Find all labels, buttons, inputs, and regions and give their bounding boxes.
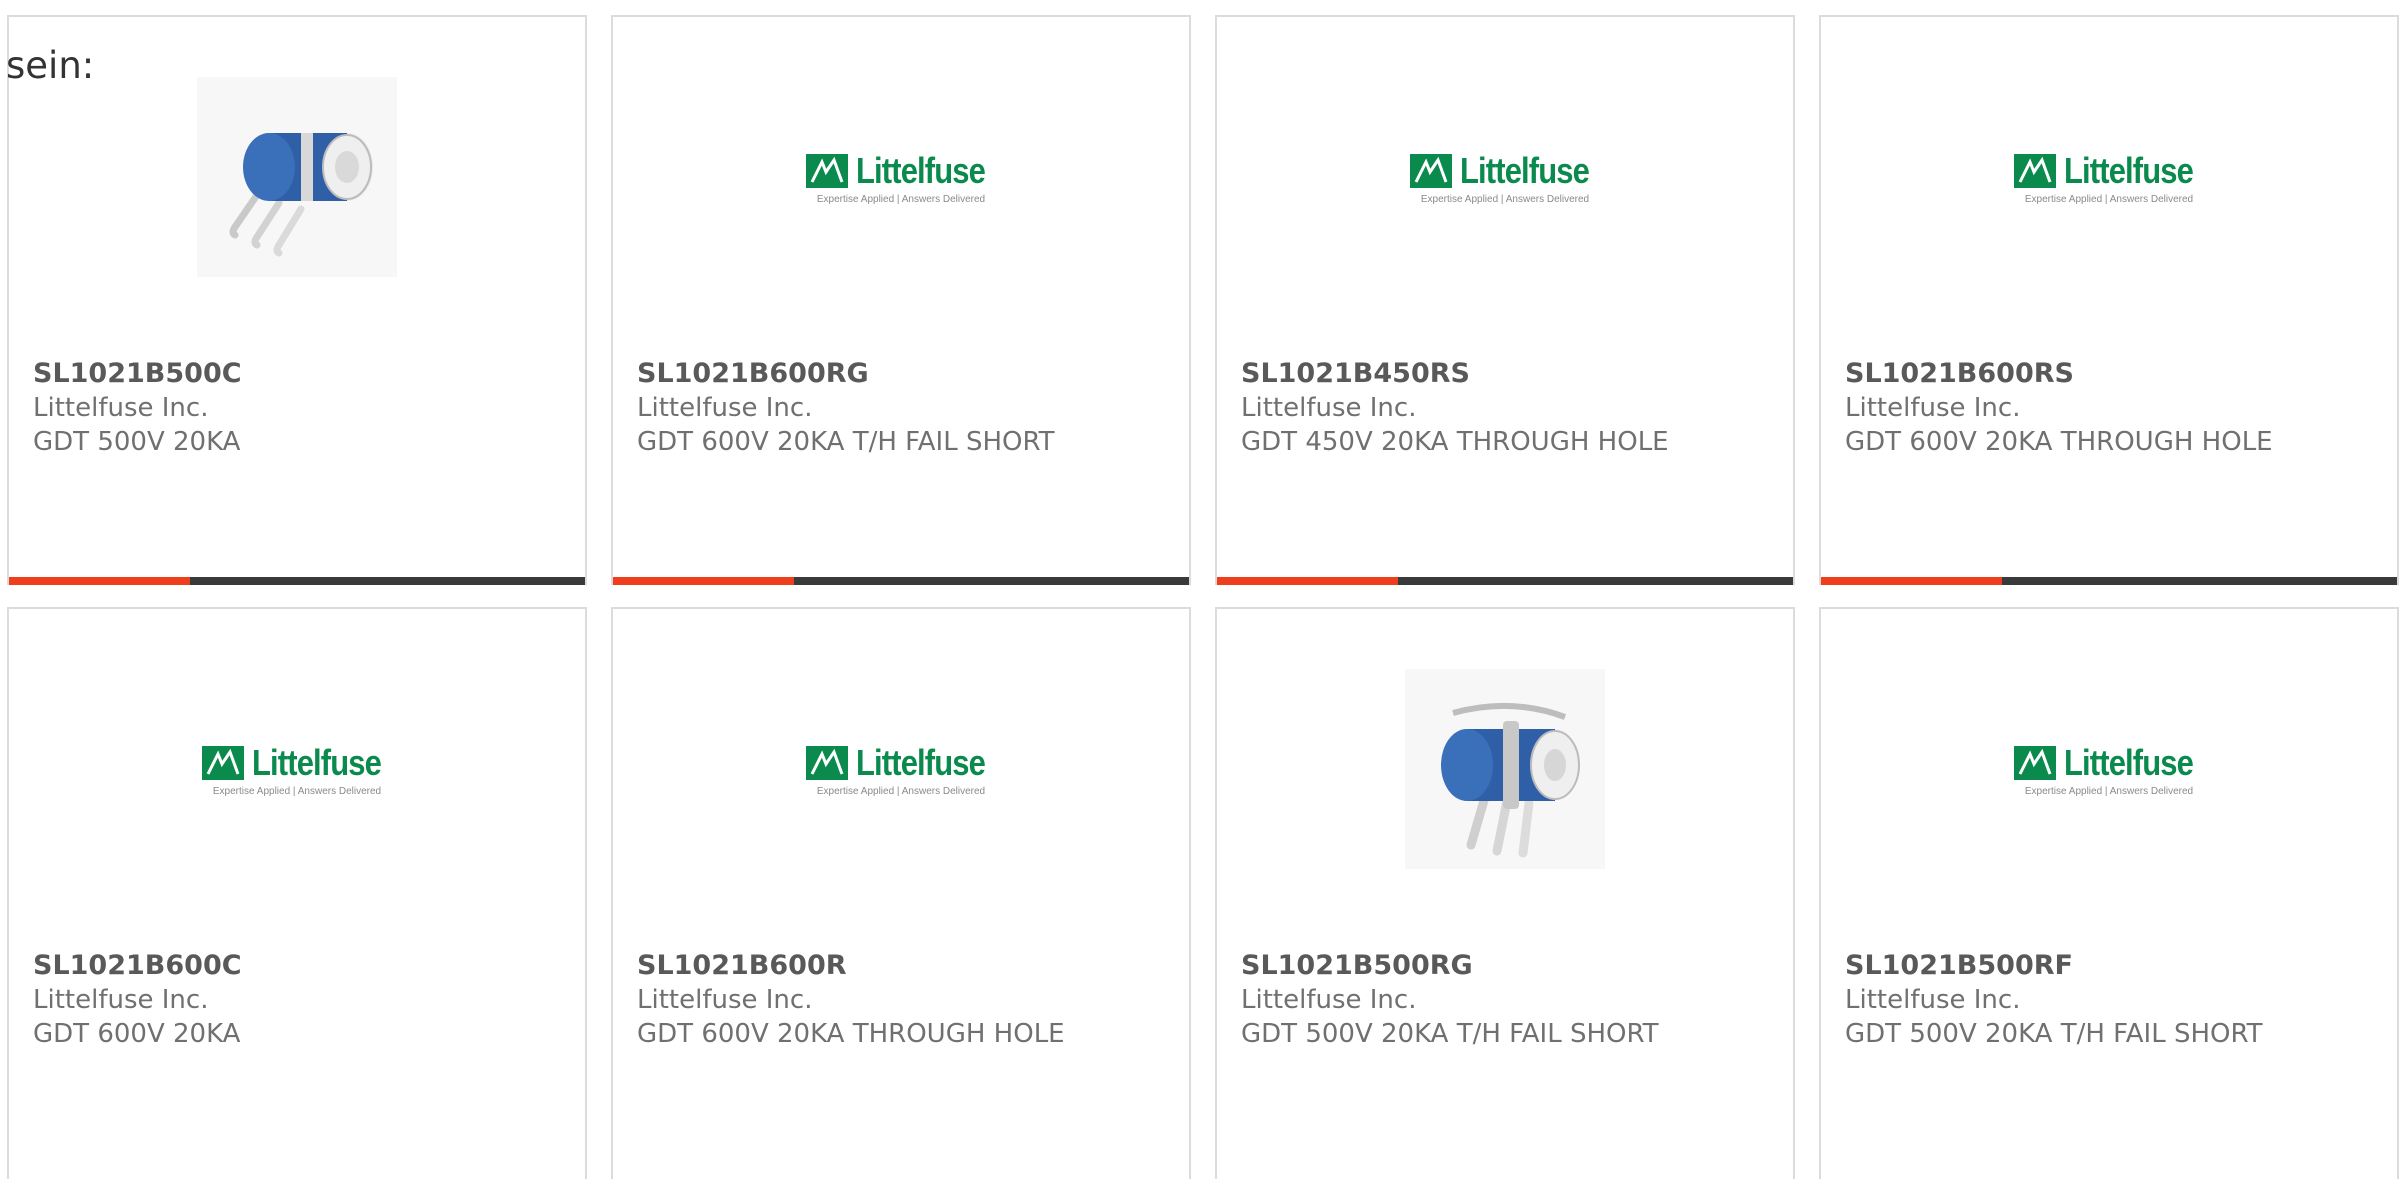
product-image[interactable]: Littelfuse Expertise Applied | Answers D… bbox=[1821, 77, 2397, 277]
product-image[interactable]: Littelfuse Expertise Applied | Answers D… bbox=[1217, 77, 1793, 277]
product-card[interactable]: SL1021B500C Littelfuse Inc. GDT 500V 20K… bbox=[7, 15, 587, 585]
part-number[interactable]: SL1021B500C bbox=[33, 357, 573, 391]
littelfuse-logo: Littelfuse Expertise Applied | Answers D… bbox=[806, 150, 996, 205]
card-progress-fill bbox=[613, 577, 795, 585]
product-card[interactable]: Littelfuse Expertise Applied | Answers D… bbox=[1819, 607, 2399, 1179]
part-number[interactable]: SL1021B500RG bbox=[1241, 949, 1781, 983]
manufacturer: Littelfuse Inc. bbox=[33, 393, 209, 423]
logo-tagline: Expertise Applied | Answers Delivered bbox=[2024, 785, 2194, 797]
product-description: GDT 600V 20KA THROUGH HOLE bbox=[1845, 427, 2273, 457]
manufacturer: Littelfuse Inc. bbox=[33, 985, 209, 1015]
manufacturer: Littelfuse Inc. bbox=[1845, 985, 2021, 1015]
littelfuse-mark-icon bbox=[2014, 745, 2056, 780]
manufacturer: Littelfuse Inc. bbox=[637, 393, 813, 423]
logo-tagline: Expertise Applied | Answers Delivered bbox=[816, 785, 986, 797]
logo-wordmark: Littelfuse bbox=[856, 149, 986, 191]
card-progress-bar bbox=[1217, 577, 1793, 585]
card-progress-bar bbox=[613, 577, 1189, 585]
product-card[interactable]: Littelfuse Expertise Applied | Answers D… bbox=[611, 15, 1191, 585]
littelfuse-logo: Littelfuse Expertise Applied | Answers D… bbox=[806, 742, 996, 797]
product-description: GDT 600V 20KA THROUGH HOLE bbox=[637, 1019, 1065, 1049]
product-description: GDT 500V 20KA T/H FAIL SHORT bbox=[1845, 1019, 2263, 1049]
logo-wordmark: Littelfuse bbox=[252, 741, 382, 783]
product-card[interactable]: SL1021B500RG Littelfuse Inc. GDT 500V 20… bbox=[1215, 607, 1795, 1179]
logo-wordmark: Littelfuse bbox=[2064, 741, 2194, 783]
product-image[interactable] bbox=[9, 77, 585, 277]
part-number[interactable]: SL1021B600R bbox=[637, 949, 1177, 983]
logo-wordmark: Littelfuse bbox=[856, 741, 986, 783]
product-image[interactable]: Littelfuse Expertise Applied | Answers D… bbox=[1821, 669, 2397, 869]
gdt-component-photo-icon bbox=[197, 77, 397, 277]
product-card[interactable]: Littelfuse Expertise Applied | Answers D… bbox=[7, 607, 587, 1179]
card-progress-fill bbox=[1217, 577, 1399, 585]
logo-tagline: Expertise Applied | Answers Delivered bbox=[816, 193, 986, 205]
part-number[interactable]: SL1021B600RS bbox=[1845, 357, 2385, 391]
product-card[interactable]: Littelfuse Expertise Applied | Answers D… bbox=[611, 607, 1191, 1179]
manufacturer: Littelfuse Inc. bbox=[1845, 393, 2021, 423]
product-description: GDT 600V 20KA bbox=[33, 1019, 241, 1049]
logo-wordmark: Littelfuse bbox=[2064, 149, 2194, 191]
intro-text: sein: bbox=[6, 44, 95, 87]
manufacturer: Littelfuse Inc. bbox=[637, 985, 813, 1015]
logo-tagline: Expertise Applied | Answers Delivered bbox=[2024, 193, 2194, 205]
manufacturer: Littelfuse Inc. bbox=[1241, 985, 1417, 1015]
product-card[interactable]: Littelfuse Expertise Applied | Answers D… bbox=[1819, 15, 2399, 585]
product-description: GDT 600V 20KA T/H FAIL SHORT bbox=[637, 427, 1055, 457]
littelfuse-mark-icon bbox=[1410, 153, 1452, 188]
logo-wordmark: Littelfuse bbox=[1460, 149, 1590, 191]
product-description: GDT 450V 20KA THROUGH HOLE bbox=[1241, 427, 1669, 457]
product-image[interactable]: Littelfuse Expertise Applied | Answers D… bbox=[9, 669, 585, 869]
littelfuse-logo: Littelfuse Expertise Applied | Answers D… bbox=[202, 742, 392, 797]
card-progress-bar bbox=[9, 577, 585, 585]
part-number[interactable]: SL1021B600RG bbox=[637, 357, 1177, 391]
product-image[interactable]: Littelfuse Expertise Applied | Answers D… bbox=[613, 77, 1189, 277]
littelfuse-mark-icon bbox=[202, 745, 244, 780]
product-description: GDT 500V 20KA bbox=[33, 427, 241, 457]
card-progress-fill bbox=[1821, 577, 2003, 585]
product-description: GDT 500V 20KA T/H FAIL SHORT bbox=[1241, 1019, 1659, 1049]
littelfuse-logo: Littelfuse Expertise Applied | Answers D… bbox=[2014, 742, 2204, 797]
littelfuse-mark-icon bbox=[2014, 153, 2056, 188]
logo-tagline: Expertise Applied | Answers Delivered bbox=[1420, 193, 1590, 205]
gdt-component-photo-icon bbox=[1405, 669, 1605, 869]
product-card[interactable]: Littelfuse Expertise Applied | Answers D… bbox=[1215, 15, 1795, 585]
product-image[interactable]: Littelfuse Expertise Applied | Answers D… bbox=[613, 669, 1189, 869]
part-number[interactable]: SL1021B450RS bbox=[1241, 357, 1781, 391]
card-progress-fill bbox=[9, 577, 191, 585]
littelfuse-logo: Littelfuse Expertise Applied | Answers D… bbox=[1410, 150, 1600, 205]
logo-tagline: Expertise Applied | Answers Delivered bbox=[212, 785, 382, 797]
part-number[interactable]: SL1021B600C bbox=[33, 949, 573, 983]
part-number[interactable]: SL1021B500RF bbox=[1845, 949, 2385, 983]
littelfuse-logo: Littelfuse Expertise Applied | Answers D… bbox=[2014, 150, 2204, 205]
littelfuse-mark-icon bbox=[806, 153, 848, 188]
littelfuse-mark-icon bbox=[806, 745, 848, 780]
product-image[interactable] bbox=[1217, 669, 1793, 869]
product-grid: SL1021B500C Littelfuse Inc. GDT 500V 20K… bbox=[7, 15, 2399, 1179]
manufacturer: Littelfuse Inc. bbox=[1241, 393, 1417, 423]
card-progress-bar bbox=[1821, 577, 2397, 585]
